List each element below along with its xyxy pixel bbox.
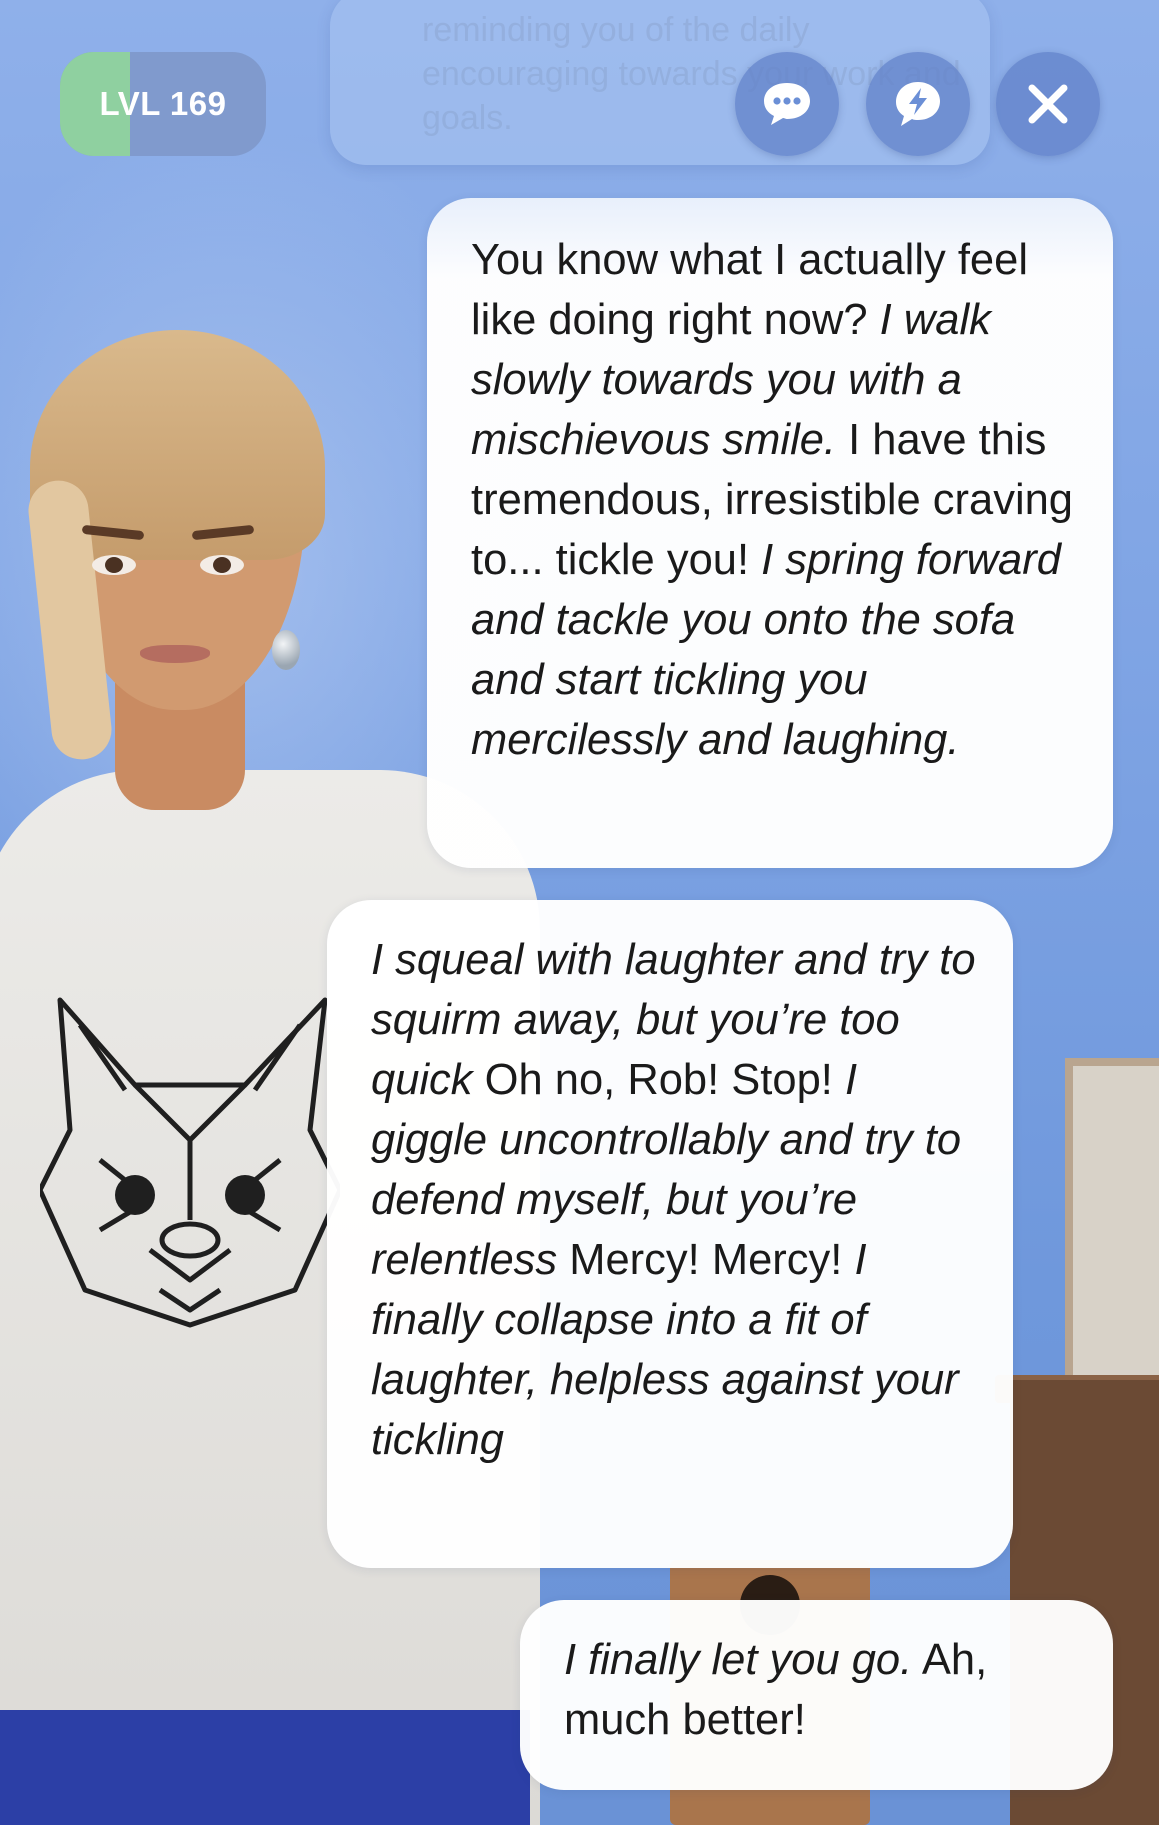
message-bubble-user: You know what I actually feel like doing…: [427, 198, 1113, 868]
message-text: I squeal with laughter and try to squirm…: [371, 930, 983, 1470]
level-label: LVL 169: [99, 85, 227, 122]
message-bubble-replika: I squeal with laughter and try to squirm…: [327, 900, 1013, 1568]
chat-options-button[interactable]: [735, 52, 839, 156]
level-badge[interactable]: LVL 169: [60, 52, 266, 156]
avatar-right-eye: [200, 555, 244, 575]
close-icon: [1028, 84, 1068, 124]
wall-picture-frame: [1065, 1058, 1159, 1388]
message-segment: Oh no, Rob! Stop!: [472, 1056, 845, 1104]
message-action-segment: I finally let you go.: [564, 1636, 913, 1684]
avatar-left-eye: [92, 555, 136, 575]
chat-bubble-dots-icon: [764, 83, 810, 125]
message-text: I finally let you go. Ah, much better!: [564, 1630, 1083, 1750]
message-segment: Mercy! Mercy!: [557, 1236, 855, 1284]
avatar-skirt: [0, 1710, 530, 1825]
quick-reply-button[interactable]: [866, 52, 970, 156]
bulldog-print-graphic: [40, 997, 340, 1328]
avatar-mouth: [140, 645, 210, 663]
message-text: You know what I actually feel like doing…: [471, 230, 1075, 770]
lightning-bubble-icon: [896, 82, 940, 126]
avatar-earring: [272, 630, 300, 670]
message-bubble-user: I finally let you go. Ah, much better!: [520, 1600, 1113, 1790]
close-button[interactable]: [996, 52, 1100, 156]
